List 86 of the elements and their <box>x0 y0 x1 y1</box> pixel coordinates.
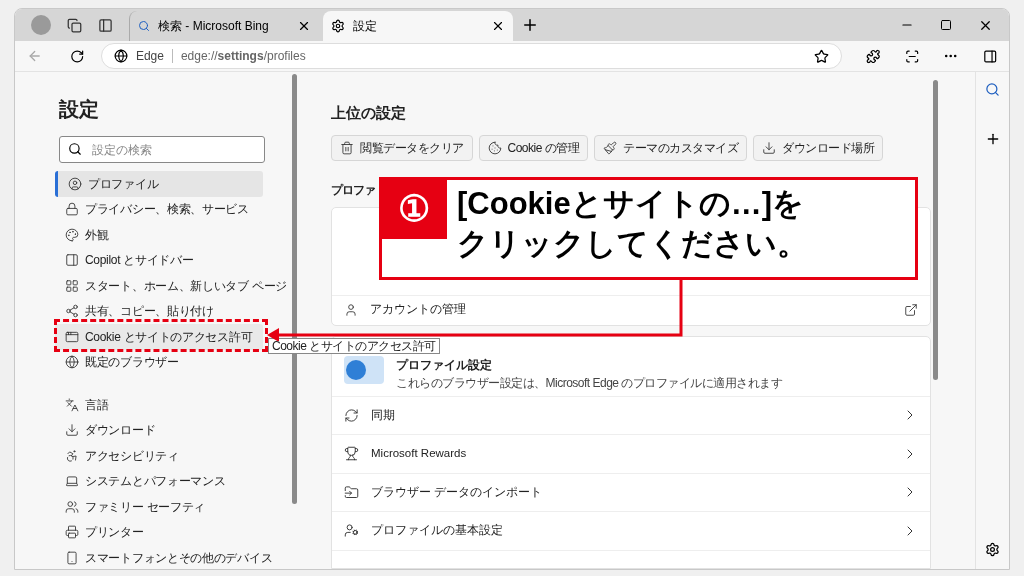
settings-icon <box>331 19 345 33</box>
quick-action-button[interactable]: テーマのカスタマイズ <box>594 134 748 161</box>
maximize-icon[interactable] <box>940 19 952 31</box>
row-label: 同期 <box>371 407 396 423</box>
refresh-icon[interactable] <box>70 48 85 64</box>
sidebar-item[interactable]: スタート、ホーム、新しいタブ ページ <box>55 273 291 299</box>
tab-actions-icon[interactable] <box>98 17 113 33</box>
download-icon <box>65 423 79 438</box>
section-title: 上位の設定 <box>331 103 407 123</box>
family-icon <box>65 499 79 514</box>
sidebar-item[interactable]: プロファイル <box>55 171 263 197</box>
tooltip: Cookie とサイトのアクセス許可 <box>268 338 440 354</box>
close-icon[interactable] <box>491 19 505 33</box>
external-link-icon <box>904 303 918 317</box>
step-badge: ① <box>381 179 447 239</box>
settings-icon[interactable] <box>985 542 1000 557</box>
row-label: アカウントの管理 <box>370 302 467 318</box>
search-field[interactable]: 設定の検索 <box>59 136 265 163</box>
download-icon <box>762 140 777 155</box>
sidebar-item[interactable]: 既定のブラウザー <box>55 349 263 375</box>
share-icon <box>65 304 79 319</box>
sidebar-item[interactable]: ファミリー セーフティ <box>55 494 263 520</box>
trash-icon <box>340 140 354 155</box>
sidebar-item[interactable]: Copilot とサイドバー <box>55 247 263 273</box>
user-icon <box>344 303 358 317</box>
search-icon <box>68 142 82 156</box>
smartphone-icon <box>65 550 79 565</box>
search-icon <box>138 20 150 32</box>
sidebar-item[interactable]: スマートフォンとその他のデバイス <box>55 545 277 569</box>
card-subtitle: これらのブラウザー設定は、Microsoft Edge のプロファイルに適用されます <box>396 374 783 392</box>
folder-import-icon <box>344 484 359 500</box>
quick-action-button[interactable]: 閲覧データをクリア <box>331 134 473 161</box>
quick-action-button[interactable]: Cookie の管理 <box>478 134 589 161</box>
search-icon[interactable] <box>985 82 1000 97</box>
list-row[interactable]: Microsoft Rewards <box>332 435 930 474</box>
list-row[interactable]: プロファイルの基本設定 <box>332 512 930 551</box>
address-bar[interactable]: Edge edge://settings/profiles <box>100 43 843 69</box>
section-title: プロファ <box>331 181 375 199</box>
tab-title: 設定 <box>353 18 378 35</box>
user-settings-icon <box>344 523 359 539</box>
callout-text: クリックしてください。 <box>457 225 808 263</box>
palette-icon <box>65 227 79 242</box>
row-label: ブラウザー データのインポート <box>371 484 544 500</box>
sync-icon <box>344 407 359 423</box>
sidebar-item[interactable]: ダウンロード <box>55 417 263 443</box>
accessibility-icon <box>65 448 79 463</box>
sidebar-item[interactable]: 言語 <box>55 392 263 418</box>
workspaces-icon[interactable] <box>67 17 82 33</box>
screenshot-icon[interactable] <box>904 48 920 64</box>
quick-action-button[interactable]: ダウンロード場所 <box>753 134 884 161</box>
extensions-icon[interactable] <box>866 48 881 64</box>
laptop-icon <box>65 474 79 489</box>
cookie-icon <box>487 140 502 155</box>
trophy-icon <box>344 446 359 462</box>
profile-settings-icon <box>344 355 384 384</box>
sidebar-item[interactable]: Cookie とサイトのアクセス許可 <box>55 324 263 350</box>
new-tab-icon[interactable] <box>521 16 539 34</box>
site-label: Edge <box>135 48 164 65</box>
sidebar-toggle-icon[interactable] <box>982 48 997 64</box>
printer-icon <box>65 525 79 540</box>
sidebar-item[interactable]: 共有、コピー、貼り付け <box>55 298 263 324</box>
sidebar-item[interactable]: プリンター <box>55 519 263 545</box>
sidebar-item[interactable]: アクセシビリティ <box>55 443 263 469</box>
sidebar-item[interactable]: システムとパフォーマンス <box>55 468 263 494</box>
list-row[interactable]: アカウントの管理 <box>332 294 930 325</box>
callout-text: [Cookieとサイトの…]を <box>457 185 805 223</box>
paintbrush-icon <box>603 140 618 155</box>
sidebar-title: 設定 <box>59 97 100 122</box>
grid-icon <box>65 278 79 293</box>
sidebar-panel-icon <box>65 253 79 268</box>
card-title: プロファイル設定 <box>396 356 493 374</box>
favorite-icon[interactable] <box>814 48 830 64</box>
sidebar-item[interactable]: プライバシー、検索、サービス <box>55 196 263 222</box>
scrollbar[interactable] <box>933 80 938 380</box>
sidebar-item[interactable]: 外観 <box>55 222 263 248</box>
row-label: Microsoft Rewards <box>371 446 468 462</box>
url-text: edge://settings/profiles <box>180 48 307 65</box>
browser-tab[interactable]: 設定 <box>323 11 513 41</box>
profile-icon <box>68 176 82 191</box>
language-icon <box>65 397 79 412</box>
list-row[interactable]: 同期 <box>332 396 930 435</box>
row-label: プロファイルの基本設定 <box>371 523 504 539</box>
lock-icon <box>65 202 79 217</box>
close-icon[interactable] <box>297 19 311 33</box>
list-row[interactable]: ブラウザー データのインポート <box>332 473 930 512</box>
tab-title: 検索 - Microsoft Bing <box>158 18 270 35</box>
